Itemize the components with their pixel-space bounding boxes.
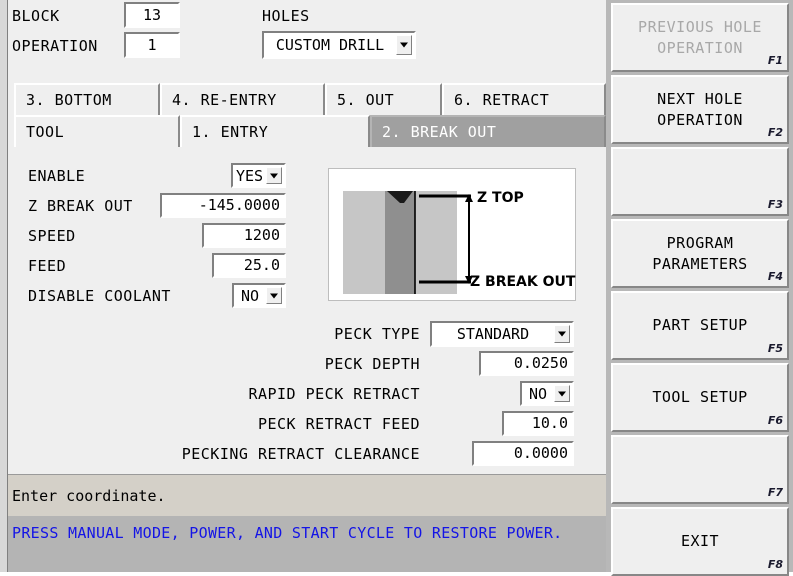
status-prompt-bar: Enter coordinate. [8,474,606,516]
block-input[interactable]: 13 [124,2,180,28]
tab-break-out-label: 2. BREAK OUT [382,123,497,141]
peck-depth-label: PECK DEPTH [324,355,420,373]
peck-type-label: PECK TYPE [334,325,420,343]
disable-coolant-select[interactable]: NO [232,283,286,308]
holes-label: HOLES [262,7,310,25]
holes-select[interactable]: CUSTOM DRILL [262,31,416,59]
peck-depth-input[interactable]: 0.0250 [479,351,574,376]
tab-out-label: 5. OUT [337,91,395,109]
tab-break-out[interactable]: 2. BREAK OUT [370,115,606,147]
header-bar: BLOCK 13 OPERATION 1 HOLES CUSTOM DRILL [0,0,606,66]
disable-coolant-label: DISABLE COOLANT [28,287,171,305]
softkey-fkey-f7: F7 [767,486,783,500]
peck-retract-feed-label: PECK RETRACT FEED [257,415,420,433]
tab-retract-label: 6. RETRACT [454,91,550,109]
speed-input[interactable]: 1200 [202,223,286,248]
tab-tool[interactable]: TOOL [14,115,180,147]
tab-out[interactable]: 5. OUT [325,83,442,115]
chevron-down-icon[interactable] [554,325,570,343]
z-break-out-input[interactable]: -145.0000 [160,193,286,218]
feed-input[interactable]: 25.0 [212,253,286,278]
softkey-panel: PREVIOUS HOLE OPERATION F1 NEXT HOLE OPE… [606,0,793,576]
block-label: BLOCK [12,7,60,25]
diagram-z-top-label: Z TOP [477,190,524,206]
tab-tool-label: TOOL [26,123,65,141]
softkey-tool-setup[interactable]: TOOL SETUP F6 [611,363,789,432]
system-message-text: PRESS MANUAL MODE, POWER, AND START CYCL… [12,524,563,542]
tab-bottom-label: 3. BOTTOM [26,91,112,109]
tab-re-entry[interactable]: 4. RE-ENTRY [160,83,325,115]
operation-label: OPERATION [12,37,98,55]
softkey-part-setup[interactable]: PART SETUP F5 [611,291,789,360]
speed-label: SPEED [28,227,76,245]
chevron-down-icon[interactable] [266,287,282,304]
enable-label: ENABLE [28,167,86,185]
enable-select[interactable]: YES [231,163,286,188]
left-scroll-gutter[interactable] [0,0,8,572]
softkey-label-line-2: OPERATION [657,38,743,57]
chevron-down-icon[interactable] [396,35,412,55]
disable-coolant-select-value: NO [240,286,260,305]
softkey-label-line-1: EXIT [680,532,720,551]
softkey-empty-f7[interactable]: F7 [611,435,789,504]
softkey-label-line-1: TOOL SETUP [652,388,748,407]
chevron-down-icon[interactable] [554,385,570,402]
softkey-fkey-f1: F1 [767,54,783,68]
rapid-peck-retract-select[interactable]: NO [520,381,574,406]
softkey-fkey-f3: F3 [767,198,783,212]
system-message-bar: PRESS MANUAL MODE, POWER, AND START CYCL… [8,516,606,572]
holes-select-value: CUSTOM DRILL [275,36,385,54]
main-panel: BLOCK 13 OPERATION 1 HOLES CUSTOM DRILL … [0,0,606,572]
softkey-empty-f3[interactable]: F3 [611,147,789,216]
softkey-label-line-1: PREVIOUS HOLE [638,18,762,37]
peck-retract-feed-input[interactable]: 10.0 [502,411,574,436]
softkey-fkey-f8: F8 [767,558,783,572]
tab-entry[interactable]: 1. ENTRY [180,115,370,147]
softkey-exit[interactable]: EXIT F8 [611,507,789,576]
softkey-label-line-1: NEXT HOLE [657,90,743,109]
operation-input[interactable]: 1 [124,32,180,58]
softkey-fkey-f4: F4 [767,270,783,284]
tab-re-entry-label: 4. RE-ENTRY [172,91,277,109]
enable-select-value: YES [235,166,264,185]
pecking-retract-clearance-label: PECKING RETRACT CLEARANCE [181,445,420,463]
z-break-out-label: Z BREAK OUT [28,197,133,215]
tab-bottom[interactable]: 3. BOTTOM [14,83,160,115]
softkey-program-parameters[interactable]: PROGRAM PARAMETERS F4 [611,219,789,288]
pecking-retract-clearance-input[interactable]: 0.0000 [472,441,574,466]
softkey-fkey-f5: F5 [767,342,783,356]
diagram-z-break-out-label: Z BREAK OUT [470,274,576,290]
rapid-peck-retract-select-value: NO [528,384,548,403]
softkey-next-hole-operation[interactable]: NEXT HOLE OPERATION F2 [611,75,789,144]
softkey-fkey-f2: F2 [767,126,783,140]
softkey-label-line-2: OPERATION [657,110,743,129]
softkey-previous-hole-operation[interactable]: PREVIOUS HOLE OPERATION F1 [611,3,789,72]
feed-label: FEED [28,257,67,275]
tab-entry-label: 1. ENTRY [192,123,269,141]
rapid-peck-retract-label: RAPID PECK RETRACT [248,385,420,403]
status-prompt-text: Enter coordinate. [12,486,166,505]
tab-retract[interactable]: 6. RETRACT [442,83,606,115]
peck-type-select[interactable]: STANDARD [430,321,574,347]
softkey-label-line-1: PART SETUP [652,316,748,335]
cnc-control-screen: BLOCK 13 OPERATION 1 HOLES CUSTOM DRILL … [0,0,793,576]
softkey-label-line-1: PROGRAM [666,234,734,253]
softkey-label-line-2: PARAMETERS [652,254,748,273]
peck-type-select-value: STANDARD [456,325,530,343]
break-out-diagram: Z TOP Z BREAK OUT [328,168,576,301]
chevron-down-icon[interactable] [266,167,282,184]
softkey-fkey-f6: F6 [767,414,783,428]
